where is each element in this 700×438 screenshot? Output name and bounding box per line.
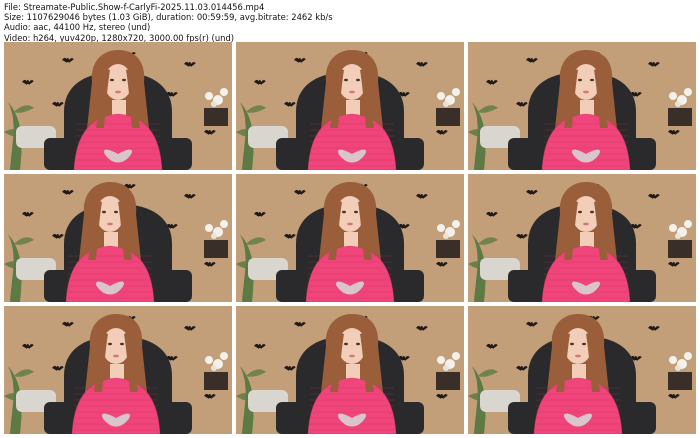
video-frame-thumbnail[interactable] xyxy=(236,306,464,434)
video-frame-thumbnail[interactable] xyxy=(236,42,464,170)
video-frame-thumbnail[interactable] xyxy=(468,306,696,434)
frame-image xyxy=(236,42,464,170)
file-size-line: Size: 1107629046 bytes (1.03 GiB), durat… xyxy=(4,12,333,23)
video-frame-thumbnail[interactable] xyxy=(4,306,232,434)
audio-info-line: Audio: aac, 44100 Hz, stereo (und) xyxy=(4,22,151,33)
video-frame-thumbnail[interactable] xyxy=(236,174,464,302)
thumbnail-grid xyxy=(4,42,696,434)
contact-sheet: File: Streamate-Public.Show-f-CarlyFi-20… xyxy=(0,0,700,438)
file-info-header: File: Streamate-Public.Show-f-CarlyFi-20… xyxy=(4,2,333,43)
file-name-line: File: Streamate-Public.Show-f-CarlyFi-20… xyxy=(4,2,265,12)
frame-image xyxy=(4,42,232,170)
video-frame-thumbnail[interactable] xyxy=(4,42,232,170)
video-frame-thumbnail[interactable] xyxy=(468,174,696,302)
video-frame-thumbnail[interactable] xyxy=(4,174,232,302)
frame-image xyxy=(468,174,696,302)
frame-image xyxy=(236,306,464,434)
frame-image xyxy=(468,306,696,434)
frame-image xyxy=(236,174,464,302)
frame-image xyxy=(4,174,232,302)
video-frame-thumbnail[interactable] xyxy=(468,42,696,170)
frame-image xyxy=(4,306,232,434)
frame-image xyxy=(468,42,696,170)
